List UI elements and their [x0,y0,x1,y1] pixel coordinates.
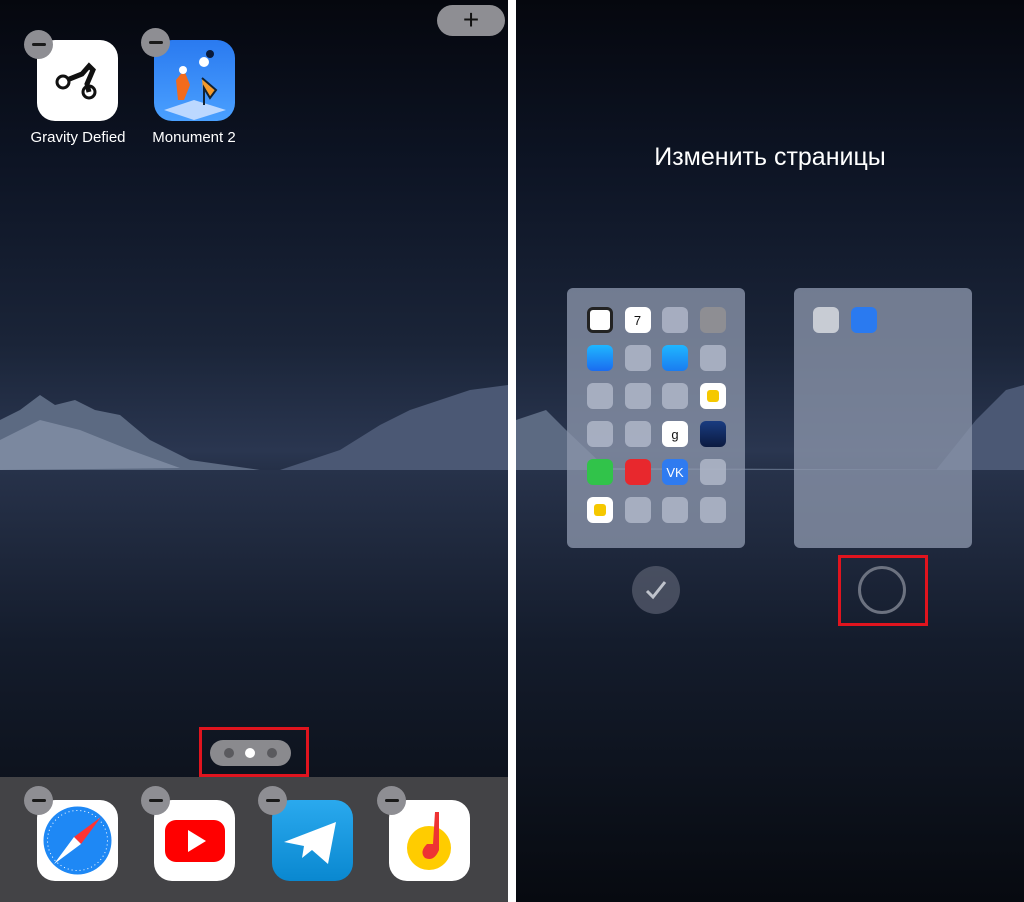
yandex-music-icon[interactable] [389,800,470,881]
remove-app-button[interactable] [141,28,170,57]
folder-icon [624,383,651,409]
app-store-icon [587,345,613,371]
yandex-icon [624,459,651,485]
settings-icon [699,307,726,333]
remove-app-button[interactable] [141,786,170,815]
app-label: Monument 2 [152,129,236,146]
keychain-icon [587,497,613,523]
remove-app-button[interactable] [24,30,53,59]
remove-app-button[interactable] [377,786,406,815]
safari-icon[interactable] [37,800,118,881]
page-title: Изменить страницы [654,143,886,171]
folder-icon [624,421,651,447]
edit-pages-screen: Изменить страницы 7 g VK [516,0,1024,902]
checkmark-icon [645,581,667,600]
messages-icon [587,459,613,485]
highlight-box [199,727,309,777]
youtube-icon[interactable] [154,800,235,881]
page-thumbnail-2[interactable] [794,288,972,548]
folder-icon [662,497,688,523]
folder-icon [662,307,688,333]
remove-app-button[interactable] [24,786,53,815]
divider [508,0,516,902]
steam-icon [699,421,726,447]
telegram-icon[interactable] [272,800,353,881]
monument-valley-2-icon [850,307,877,333]
folder-icon [699,497,726,523]
add-widget-button[interactable]: + [437,5,505,36]
folder-icon [587,383,613,409]
page-1-visible-checkbox[interactable] [632,566,680,614]
page-thumbnail-1[interactable]: 7 g VK [567,288,745,548]
folder-icon [624,497,651,523]
highlight-box [838,555,928,626]
folder-icon [662,383,688,409]
wallpaper-mountains [0,385,508,480]
folder-icon [624,345,651,371]
vk-icon: VK [662,459,688,485]
home-screen-edit-mode: + Gravity Defied Monument 2 [0,0,508,902]
clock-icon [587,307,613,333]
remove-app-button[interactable] [258,786,287,815]
folder-icon [699,459,726,485]
folder-icon [587,421,613,447]
gravity-defied-icon [813,307,839,333]
folder-icon [699,345,726,371]
wallet-icon [699,383,726,409]
genius-icon: g [662,421,688,447]
calendar-icon: 7 [624,307,651,333]
app-label: Gravity Defied [30,129,126,146]
mail-icon [662,345,688,371]
